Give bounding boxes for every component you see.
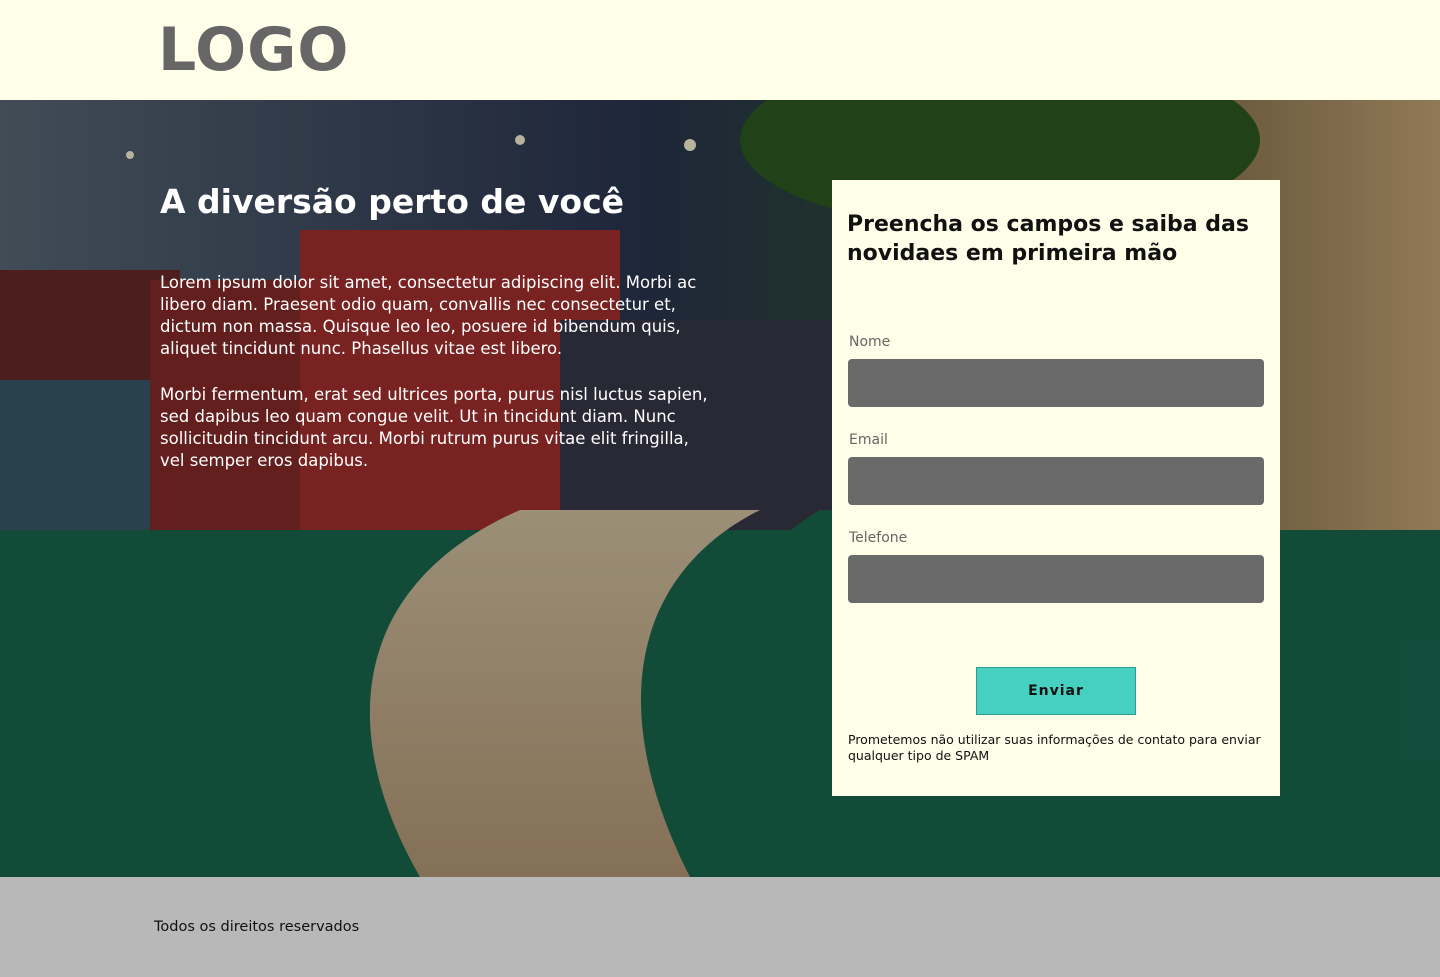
- phone-label: Telefone: [849, 530, 908, 546]
- hero-paragraph: Lorem ipsum dolor sit amet, consectetur …: [160, 273, 697, 358]
- phone-input[interactable]: [848, 555, 1264, 603]
- copyright-text: Todos os direitos reservados: [154, 919, 360, 935]
- name-input[interactable]: [848, 359, 1264, 407]
- hero-section: A diversão perto de você Lorem ipsum dol…: [0, 100, 1440, 877]
- hero-paragraph: Morbi fermentum, erat sed ultrices porta…: [160, 385, 708, 470]
- site-header: LOGO: [0, 0, 1440, 100]
- signup-form: Preencha os campos e saiba das novidaes …: [832, 180, 1280, 796]
- email-input[interactable]: [848, 457, 1264, 505]
- logo[interactable]: LOGO: [158, 14, 349, 86]
- hero-title: A diversão perto de você: [160, 182, 625, 221]
- name-label: Nome: [849, 334, 891, 350]
- form-title: Preencha os campos e saiba das novidaes …: [847, 212, 1249, 266]
- spam-disclaimer: Prometemos não utilizar suas informações…: [848, 732, 1261, 763]
- email-label: Email: [849, 432, 888, 448]
- submit-button[interactable]: Enviar: [976, 667, 1136, 715]
- site-footer: Todos os direitos reservados: [0, 877, 1440, 977]
